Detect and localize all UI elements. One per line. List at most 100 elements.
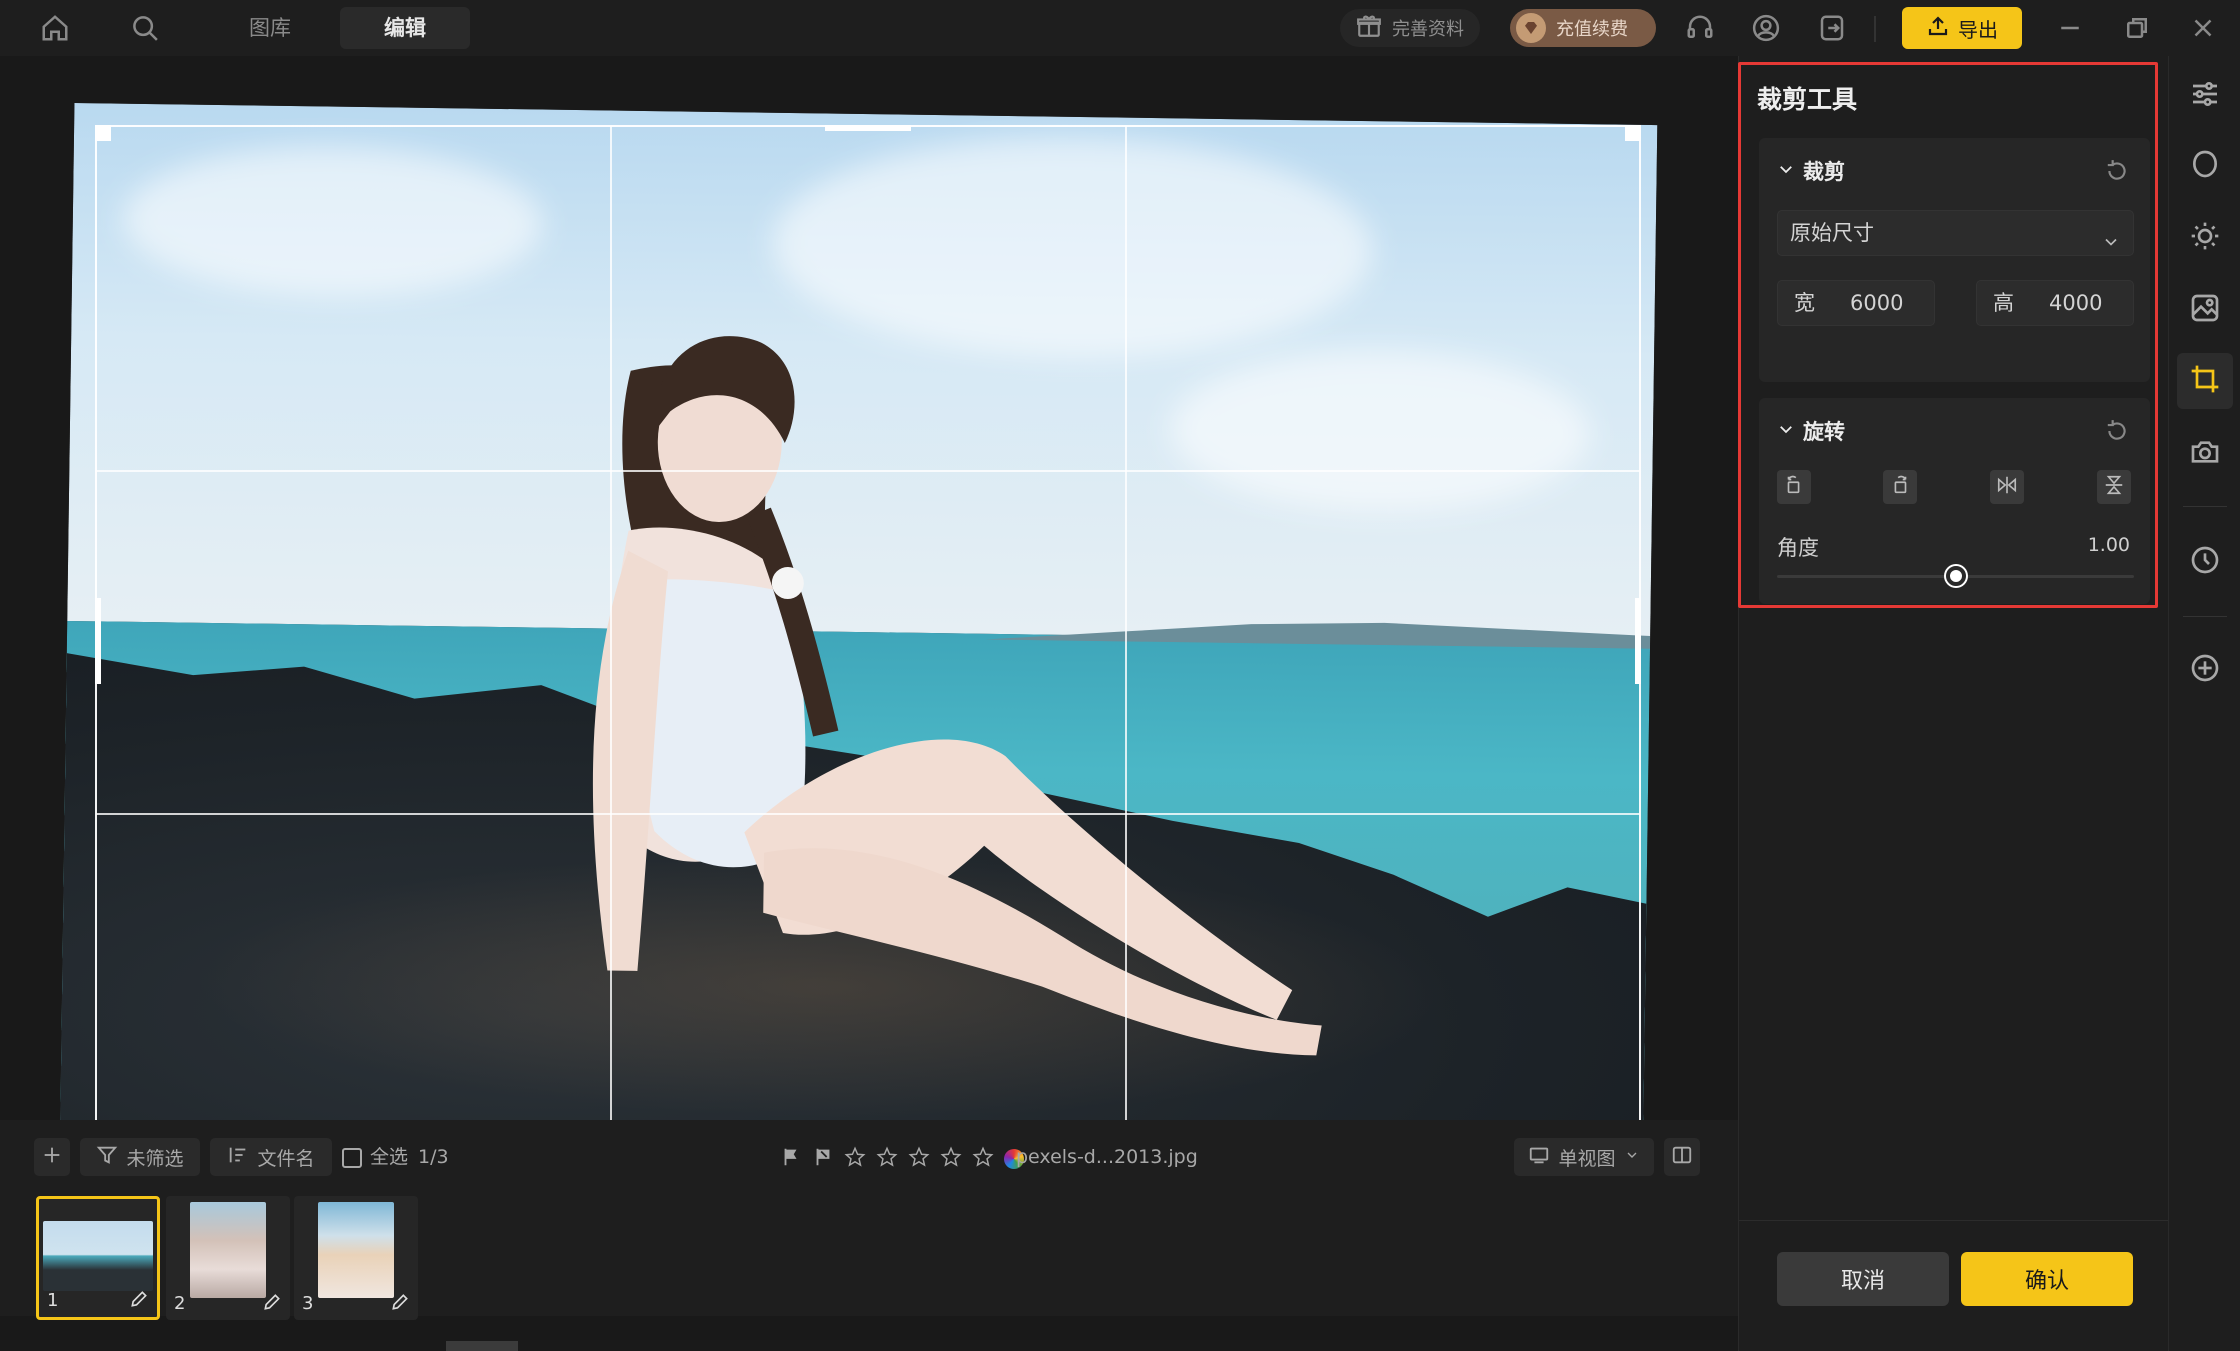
panel-footer-divider xyxy=(1739,1220,2169,1221)
headset-icon[interactable] xyxy=(1681,9,1719,47)
flag-pick-icon[interactable] xyxy=(780,1146,802,1172)
aspect-ratio-select[interactable]: 原始尺寸 xyxy=(1777,210,2134,256)
image-adjust-tool-button[interactable] xyxy=(2177,282,2233,338)
cancel-button[interactable]: 取消 xyxy=(1777,1252,1949,1306)
thumbnail-image xyxy=(190,1202,266,1298)
sort-icon xyxy=(227,1144,249,1171)
history-button[interactable] xyxy=(2177,534,2233,590)
rotate-right-button[interactable] xyxy=(1883,470,1917,504)
flip-vertical-icon xyxy=(2103,474,2125,500)
rotate-section-label: 旋转 xyxy=(1803,420,1845,444)
view-mode-label: 单视图 xyxy=(1558,1147,1616,1170)
crop-handle-top-left[interactable] xyxy=(95,125,111,141)
crop-frame[interactable] xyxy=(95,125,1641,1157)
tab-gallery[interactable]: 图库 xyxy=(220,7,320,49)
filmstrip-thumbnail[interactable]: 2 xyxy=(166,1196,290,1320)
compare-view-button[interactable] xyxy=(1664,1138,1700,1176)
panel-title: 裁剪工具 xyxy=(1757,85,1858,114)
export-button[interactable]: 导出 xyxy=(1902,7,2022,49)
crop-handle-right[interactable] xyxy=(1635,598,1641,684)
selection-count: 1/3 xyxy=(418,1146,449,1168)
thumbnail-image xyxy=(318,1202,394,1298)
rotate-left-button[interactable] xyxy=(1777,470,1811,504)
select-all-checkbox[interactable] xyxy=(342,1148,362,1168)
sort-label: 文件名 xyxy=(257,1147,315,1170)
angle-value: 1.00 xyxy=(2087,534,2130,556)
reset-icon[interactable] xyxy=(2104,158,2130,184)
editor-canvas[interactable] xyxy=(0,56,1738,1183)
vip-gem-icon xyxy=(1516,13,1546,43)
adjust-tool-button[interactable] xyxy=(2177,68,2233,124)
home-icon[interactable] xyxy=(36,9,74,47)
close-icon[interactable] xyxy=(2184,9,2222,47)
view-mode-dropdown[interactable]: 单视图 xyxy=(1514,1138,1654,1176)
rail-divider xyxy=(2183,506,2227,507)
filmstrip-thumbnail[interactable]: 3 xyxy=(294,1196,418,1320)
star-icon[interactable] xyxy=(972,1146,994,1172)
circle-icon xyxy=(2189,148,2221,184)
rotate-left-icon xyxy=(1783,474,1805,500)
complete-profile-label: 完善资料 xyxy=(1392,19,1464,40)
flip-horizontal-button[interactable] xyxy=(1990,470,2024,504)
gift-icon xyxy=(1356,13,1382,44)
upload-icon xyxy=(1926,14,1950,43)
light-tool-button[interactable] xyxy=(2177,210,2233,266)
add-photo-button[interactable] xyxy=(34,1138,70,1176)
select-all-label[interactable]: 全选 xyxy=(370,1138,408,1176)
sort-button[interactable]: 文件名 xyxy=(210,1138,332,1176)
complete-profile-button[interactable]: 完善资料 xyxy=(1340,9,1480,47)
filter-icon xyxy=(96,1144,118,1171)
filmstrip-scrollbar-track[interactable] xyxy=(0,1340,1738,1351)
camera-tool-button[interactable] xyxy=(2177,426,2233,482)
chevron-down-icon xyxy=(1624,1146,1640,1168)
add-tool-button[interactable] xyxy=(2177,642,2233,698)
rotate-right-icon xyxy=(1889,474,1911,500)
rotate-section-header[interactable]: 旋转 xyxy=(1777,416,1845,446)
width-field[interactable]: 宽 6000 xyxy=(1777,280,1935,326)
crop-grid-line xyxy=(610,126,612,1156)
logout-icon[interactable] xyxy=(1813,9,1851,47)
flag-reject-icon[interactable] xyxy=(812,1146,834,1172)
crop-grid-line xyxy=(96,470,1640,472)
crop-tool-panel: 裁剪工具 裁剪 原始尺寸 宽 6000 高 4000 旋转 角度 1.00 取消… xyxy=(1738,56,2169,1351)
vip-recharge-label: 充值续费 xyxy=(1556,19,1628,40)
reset-icon[interactable] xyxy=(2104,418,2130,444)
star-icon[interactable] xyxy=(908,1146,930,1172)
crop-section-header[interactable]: 裁剪 xyxy=(1777,156,1845,186)
edited-pencil-icon xyxy=(129,1289,149,1309)
image-adjust-icon xyxy=(2189,292,2221,328)
thumbnail-number: 1 xyxy=(47,1290,59,1311)
width-label: 宽 xyxy=(1794,291,1815,315)
split-view-icon xyxy=(1671,1144,1693,1171)
crop-handle-left[interactable] xyxy=(95,598,101,684)
flip-vertical-button[interactable] xyxy=(2097,470,2131,504)
crop-handle-top[interactable] xyxy=(825,125,911,131)
filmstrip-thumbnail[interactable]: 1 xyxy=(36,1196,160,1320)
confirm-button[interactable]: 确认 xyxy=(1961,1252,2133,1306)
thumbnail-number: 2 xyxy=(174,1293,186,1314)
aspect-ratio-value: 原始尺寸 xyxy=(1790,221,1874,245)
tool-rail xyxy=(2168,56,2240,1351)
angle-slider-handle[interactable] xyxy=(1945,566,1966,586)
filter-button[interactable]: 未筛选 xyxy=(80,1138,200,1176)
crop-handle-top-right[interactable] xyxy=(1625,125,1641,141)
star-icon[interactable] xyxy=(876,1146,898,1172)
current-filename: pexels-d...2013.jpg xyxy=(1016,1146,1198,1168)
crop-tool-button[interactable] xyxy=(2177,353,2233,409)
star-icon[interactable] xyxy=(844,1146,866,1172)
edited-pencil-icon xyxy=(390,1292,410,1312)
filmstrip-scrollbar-thumb[interactable] xyxy=(446,1341,518,1351)
vip-recharge-button[interactable]: 充值续费 xyxy=(1510,9,1656,47)
chevron-down-icon xyxy=(1777,159,1795,183)
height-field[interactable]: 高 4000 xyxy=(1976,280,2134,326)
restore-icon[interactable] xyxy=(2118,9,2156,47)
rail-divider xyxy=(2183,616,2227,617)
star-icon[interactable] xyxy=(940,1146,962,1172)
search-icon[interactable] xyxy=(126,9,164,47)
minimize-icon[interactable] xyxy=(2051,9,2089,47)
face-tool-button[interactable] xyxy=(2177,138,2233,194)
tab-edit[interactable]: 编辑 xyxy=(340,7,470,49)
rating-bar xyxy=(780,1146,1024,1172)
height-value: 4000 xyxy=(2049,291,2103,315)
user-icon[interactable] xyxy=(1747,9,1785,47)
